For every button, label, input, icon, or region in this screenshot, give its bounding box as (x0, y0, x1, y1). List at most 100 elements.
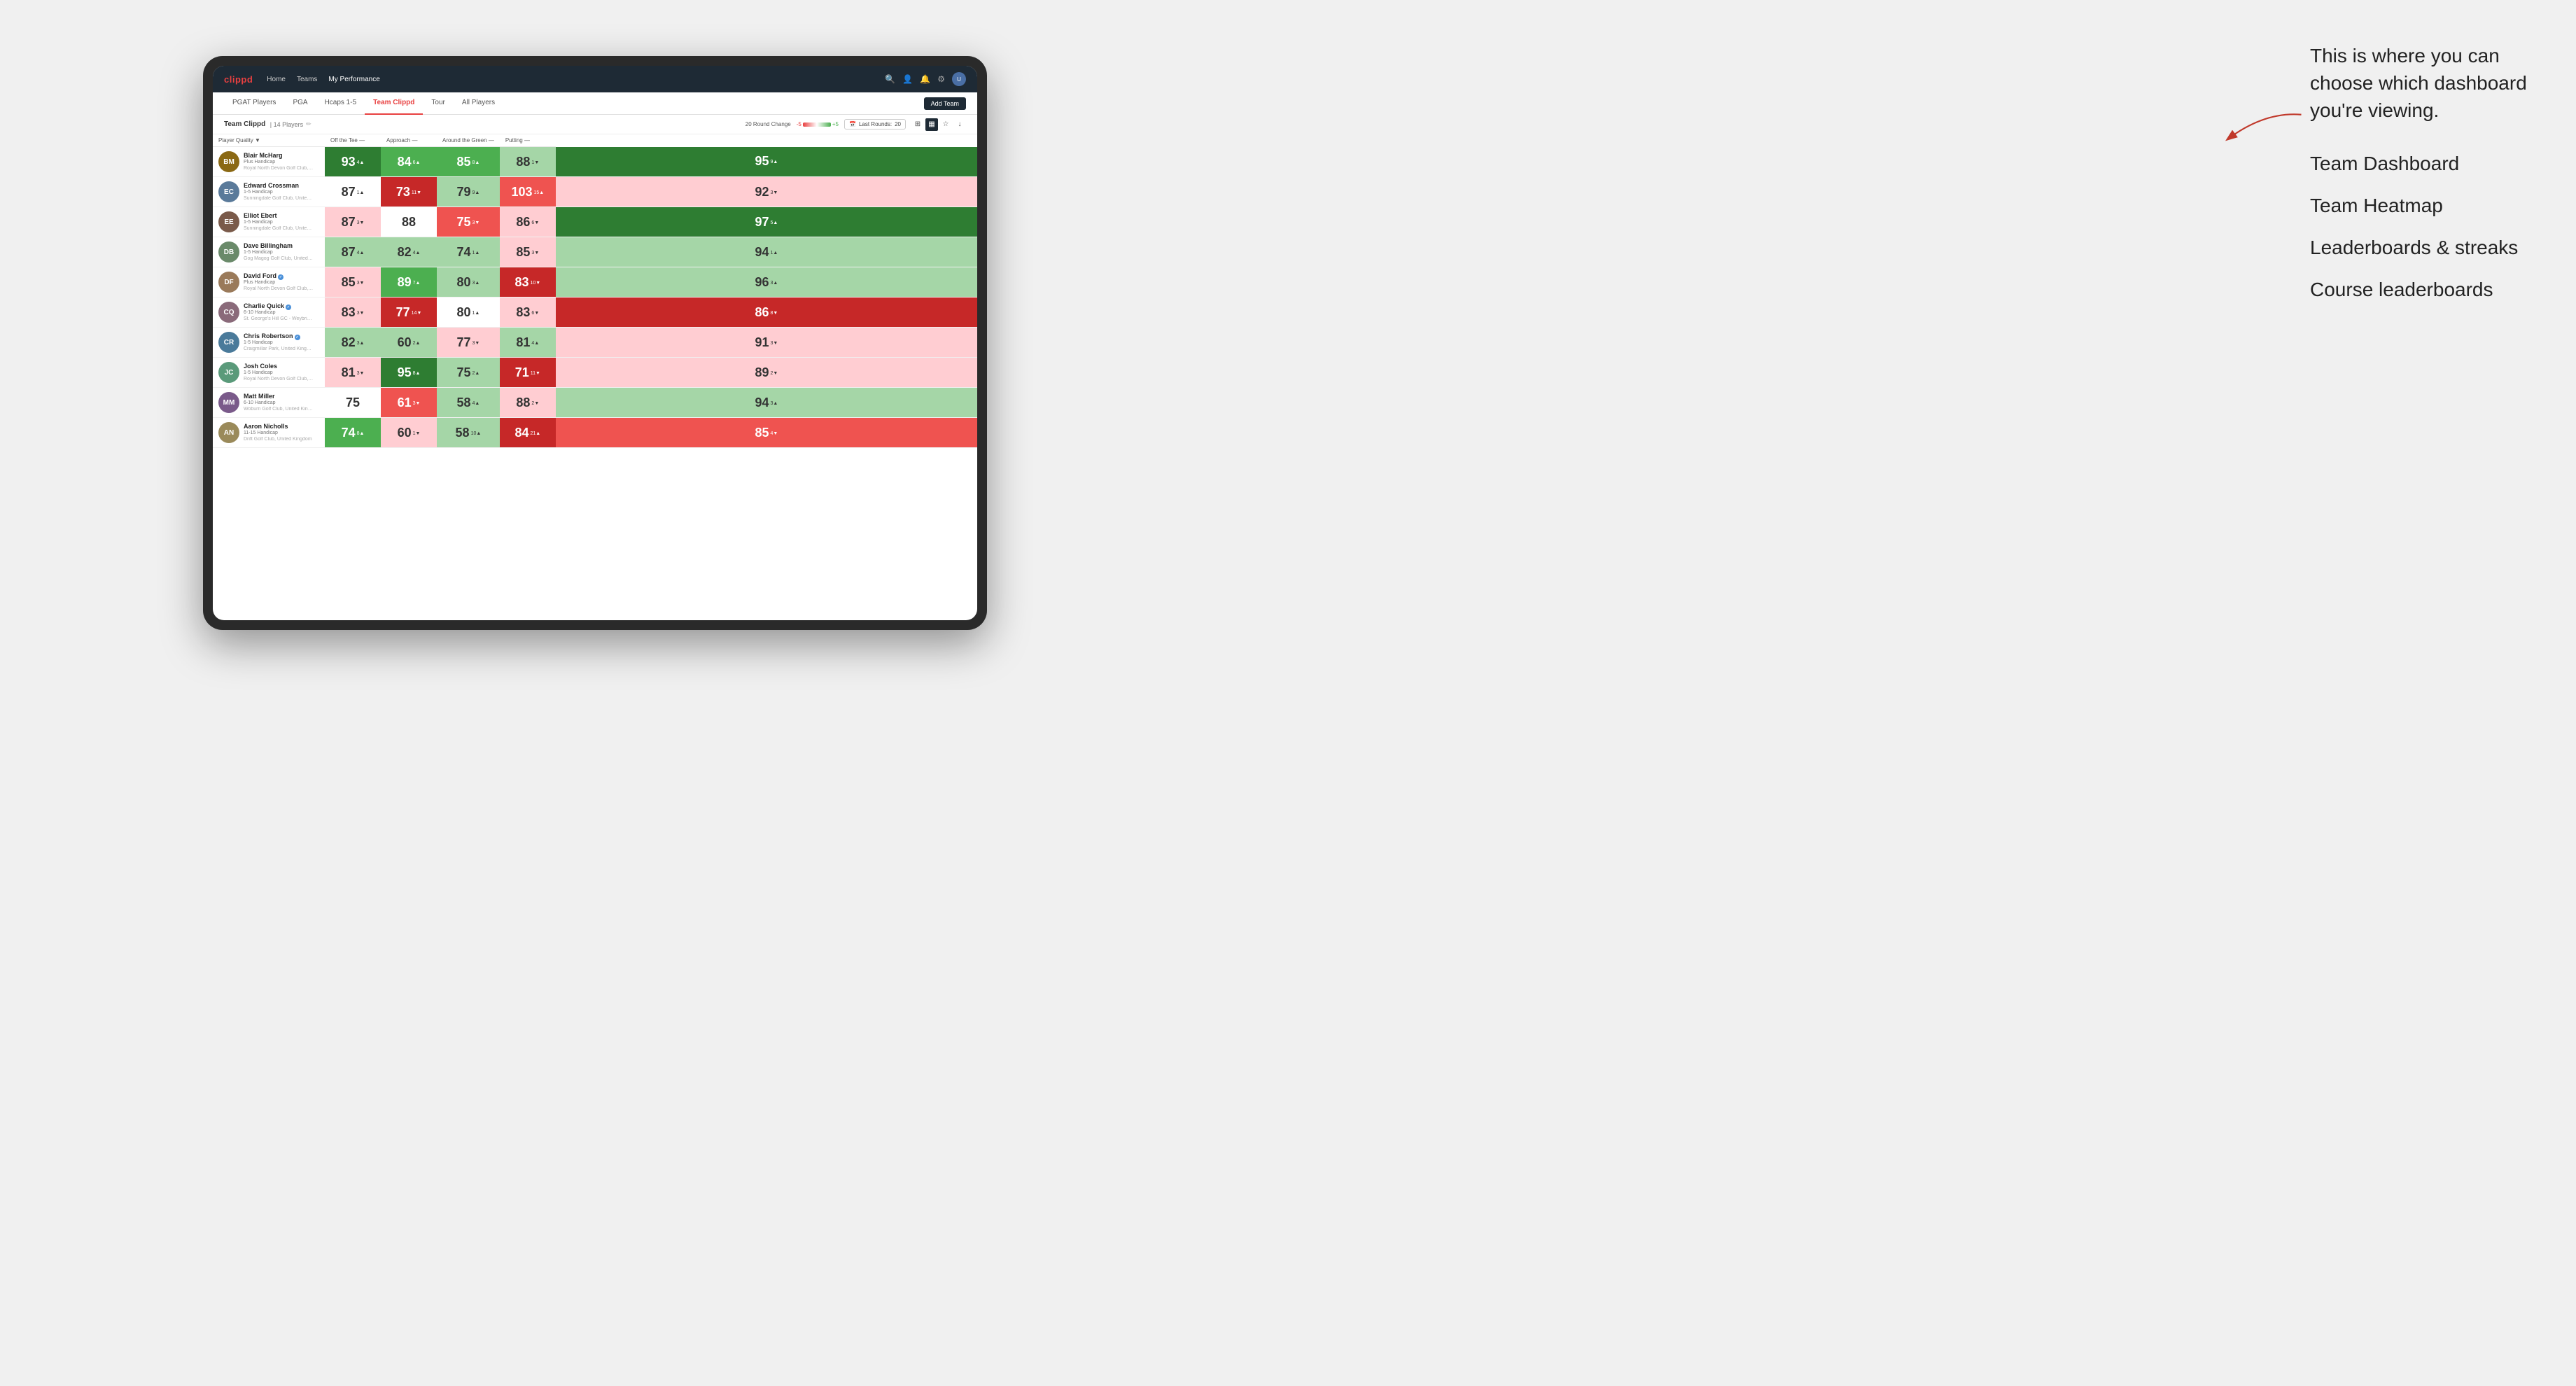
bell-icon[interactable]: 🔔 (920, 74, 930, 84)
table-row[interactable]: AN Aaron Nicholls 11-15 Handicap Drift G… (213, 418, 977, 448)
table-row[interactable]: JC Josh Coles 1-5 Handicap Royal North D… (213, 358, 977, 388)
score-box: 80 1▲ (437, 298, 500, 327)
score-cell-around: 71 11▼ (500, 358, 556, 388)
score-change: 2▼ (771, 371, 778, 376)
player-avatar: DF (218, 272, 239, 293)
tab-pgat[interactable]: PGAT Players (224, 92, 284, 115)
score-cell-quality: 87 3▼ (325, 207, 381, 237)
search-icon[interactable]: 🔍 (885, 74, 895, 84)
score-box: 74 1▲ (437, 237, 500, 267)
player-name: Matt Miller (244, 393, 314, 401)
player-avatar: BM (218, 151, 239, 172)
score-box: 77 3▼ (437, 328, 500, 357)
score-box: 83 6▼ (500, 298, 556, 327)
score-cell-quality: 74 8▲ (325, 418, 381, 448)
tab-hcaps[interactable]: Hcaps 1-5 (316, 92, 365, 115)
player-club: St. George's Hill GC - Weybridge - Surre… (244, 316, 314, 322)
table-row[interactable]: BM Blair McHarg Plus Handicap Royal Nort… (213, 147, 977, 177)
score-box: 88 1▼ (500, 147, 556, 176)
score-box: 58 10▲ (437, 418, 500, 447)
score-cell-off_tee: 60 1▼ (381, 418, 437, 448)
score-box: 60 2▲ (381, 328, 437, 357)
score-change: 10▲ (471, 431, 482, 436)
nav-teams[interactable]: Teams (297, 73, 317, 86)
table-row[interactable]: DB Dave Billingham 1-5 Handicap Gog Mago… (213, 237, 977, 267)
col-header-putting[interactable]: Putting — (500, 134, 556, 147)
tab-all-players[interactable]: All Players (454, 92, 503, 115)
table-row[interactable]: MM Matt Miller 6-10 Handicap Woburn Golf… (213, 388, 977, 418)
settings-icon[interactable]: ⚙ (937, 74, 945, 84)
table-row[interactable]: EE Elliot Ebert 1-5 Handicap Sunningdale… (213, 207, 977, 237)
player-club: Sunningdale Golf Club, United Kingdom (244, 226, 314, 232)
score-change: 8▲ (472, 160, 480, 165)
score-change: 8▲ (413, 371, 421, 376)
table-row[interactable]: DF David Ford✓ Plus Handicap Royal North… (213, 267, 977, 298)
nav-my-performance[interactable]: My Performance (328, 73, 379, 86)
score-cell-quality: 85 3▼ (325, 267, 381, 298)
add-team-button[interactable]: Add Team (924, 97, 966, 110)
score-box: 60 1▼ (381, 418, 437, 447)
table-row[interactable]: CQ Charlie Quick✓ 6-10 Handicap St. Geor… (213, 298, 977, 328)
nav-home[interactable]: Home (267, 73, 286, 86)
score-cell-quality: 75 (325, 388, 381, 418)
tab-team-clippd[interactable]: Team Clippd (365, 92, 423, 115)
score-box: 92 3▼ (556, 177, 977, 206)
score-box: 84 21▲ (500, 418, 556, 447)
calendar-icon: 📅 (849, 121, 856, 127)
score-cell-quality: 81 3▼ (325, 358, 381, 388)
player-handicap: 6-10 Handicap (244, 400, 314, 406)
player-name: Edward Crossman (244, 182, 314, 190)
chart-view-button[interactable]: ☆ (939, 118, 952, 131)
table-row[interactable]: CR Chris Robertson✓ 1-5 Handicap Craigmi… (213, 328, 977, 358)
grid-view-button[interactable]: ⊞ (911, 118, 924, 131)
player-club: Gog Magog Golf Club, United Kingdom (244, 256, 314, 262)
score-change: 2▲ (413, 341, 421, 346)
col-header-off-tee[interactable]: Off the Tee — (325, 134, 381, 147)
score-value: 81 (342, 365, 356, 380)
annotation-leaderboards: Leaderboards & streaks (2310, 237, 2548, 259)
user-icon[interactable]: 👤 (902, 74, 913, 84)
col-header-approach[interactable]: Approach — (381, 134, 437, 147)
col-header-player[interactable]: Player Quality ▼ (213, 134, 325, 147)
score-value: 80 (456, 275, 470, 290)
team-separator: | (268, 121, 273, 128)
score-box: 94 1▲ (556, 237, 977, 267)
score-box: 81 3▼ (325, 358, 381, 387)
score-cell-approach: 79 9▲ (437, 177, 500, 207)
score-change: 9▲ (472, 190, 480, 195)
score-box: 89 7▲ (381, 267, 437, 297)
score-cell-quality: 87 4▲ (325, 237, 381, 267)
heatmap-view-button[interactable]: ▦ (925, 118, 938, 131)
score-box: 86 6▼ (500, 207, 556, 237)
last-rounds-button[interactable]: 📅 Last Rounds: 20 (844, 119, 906, 130)
tab-pga[interactable]: PGA (284, 92, 316, 115)
score-change: 3▼ (771, 341, 778, 346)
score-change: 6▲ (413, 160, 421, 165)
score-cell-around: 83 10▼ (500, 267, 556, 298)
score-cell-approach: 58 4▲ (437, 388, 500, 418)
score-value: 94 (755, 245, 769, 260)
score-cell-approach: 75 2▲ (437, 358, 500, 388)
score-value: 61 (398, 396, 412, 410)
score-value: 85 (516, 245, 530, 260)
col-header-around-green[interactable]: Around the Green — (437, 134, 500, 147)
player-handicap: 1-5 Handicap (244, 190, 314, 195)
score-box: 89 2▼ (556, 358, 977, 387)
annotation-arrow (2202, 108, 2328, 158)
score-box: 87 3▼ (325, 207, 381, 237)
avatar[interactable]: U (952, 72, 966, 86)
edit-icon[interactable]: ✏ (306, 120, 312, 128)
tab-tour[interactable]: Tour (423, 92, 453, 115)
score-value: 88 (516, 155, 530, 169)
table-row[interactable]: EC Edward Crossman 1-5 Handicap Sunningd… (213, 177, 977, 207)
score-box: 80 3▲ (437, 267, 500, 297)
score-cell-approach: 74 1▲ (437, 237, 500, 267)
player-name: Dave Billingham (244, 242, 314, 251)
player-name: Josh Coles (244, 363, 314, 371)
score-value: 97 (755, 215, 769, 230)
score-box: 61 3▼ (381, 388, 437, 417)
data-table: Player Quality ▼ Off the Tee — Approach … (213, 134, 977, 448)
download-button[interactable]: ↓ (953, 118, 966, 131)
score-change: 1▲ (357, 190, 365, 195)
score-change: 3▲ (472, 281, 480, 286)
